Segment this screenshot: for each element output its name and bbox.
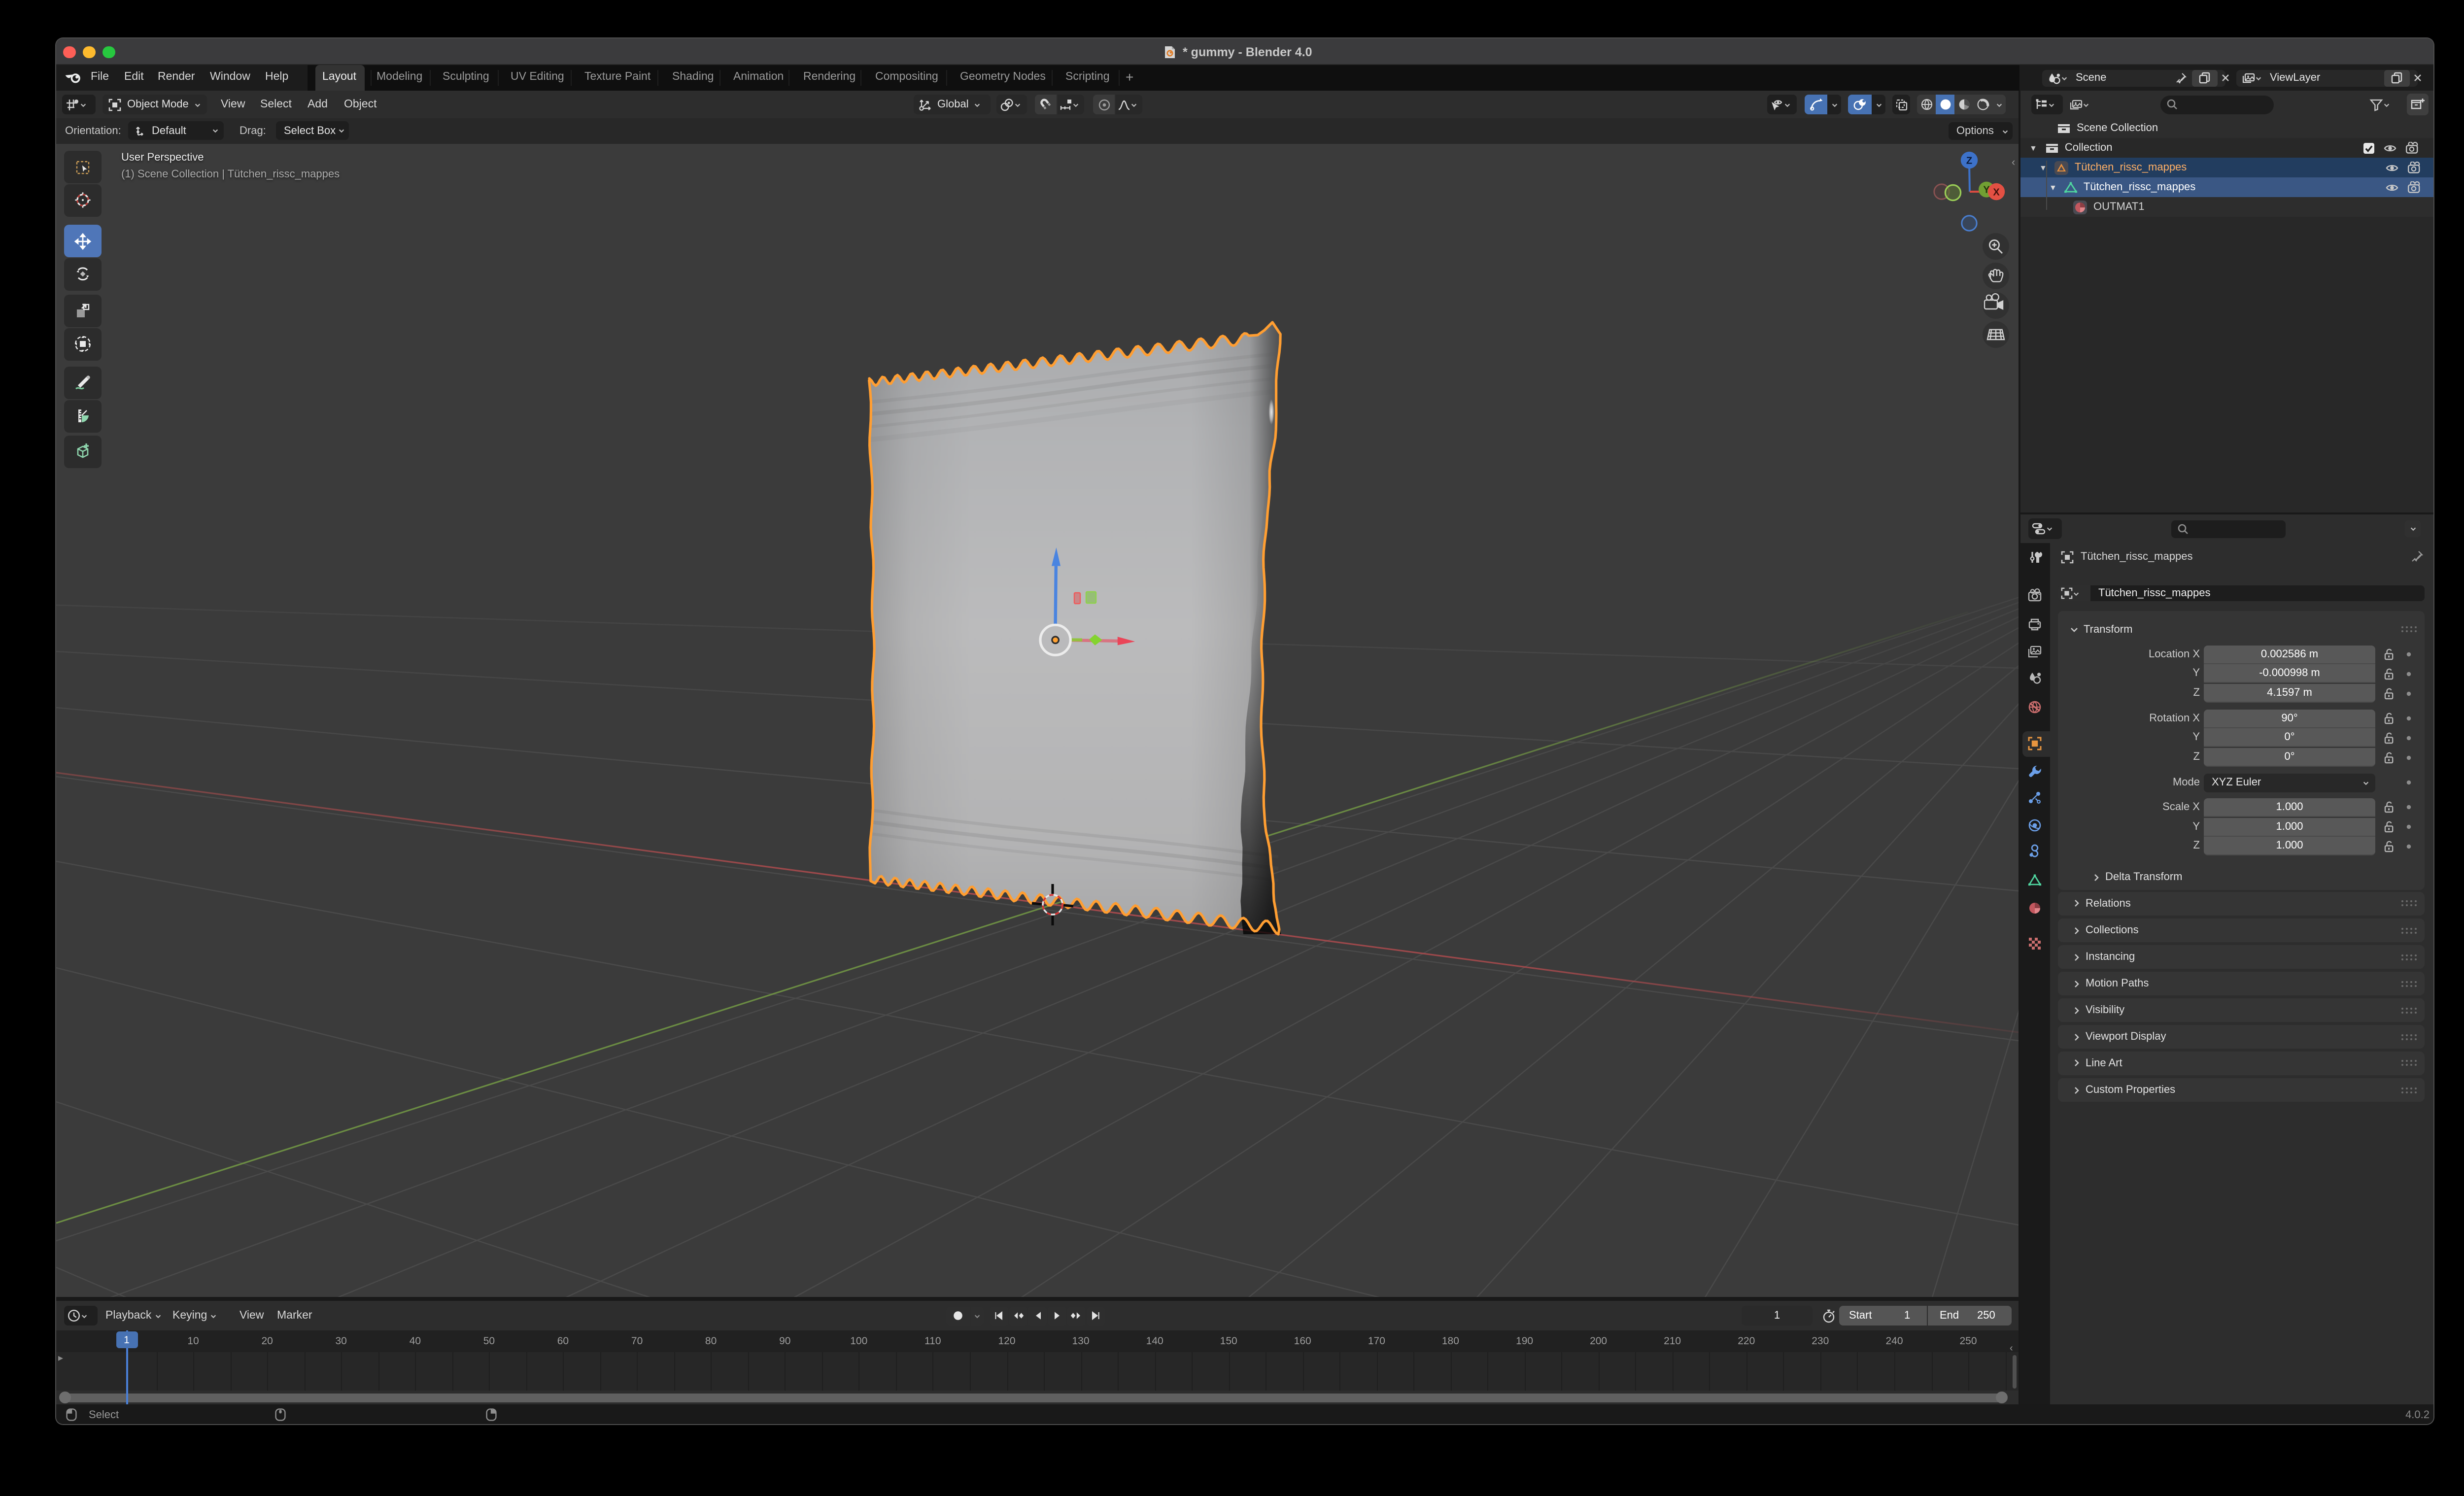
- svg-text:Z: Z: [1966, 155, 1972, 166]
- svg-text:X: X: [1993, 187, 2000, 198]
